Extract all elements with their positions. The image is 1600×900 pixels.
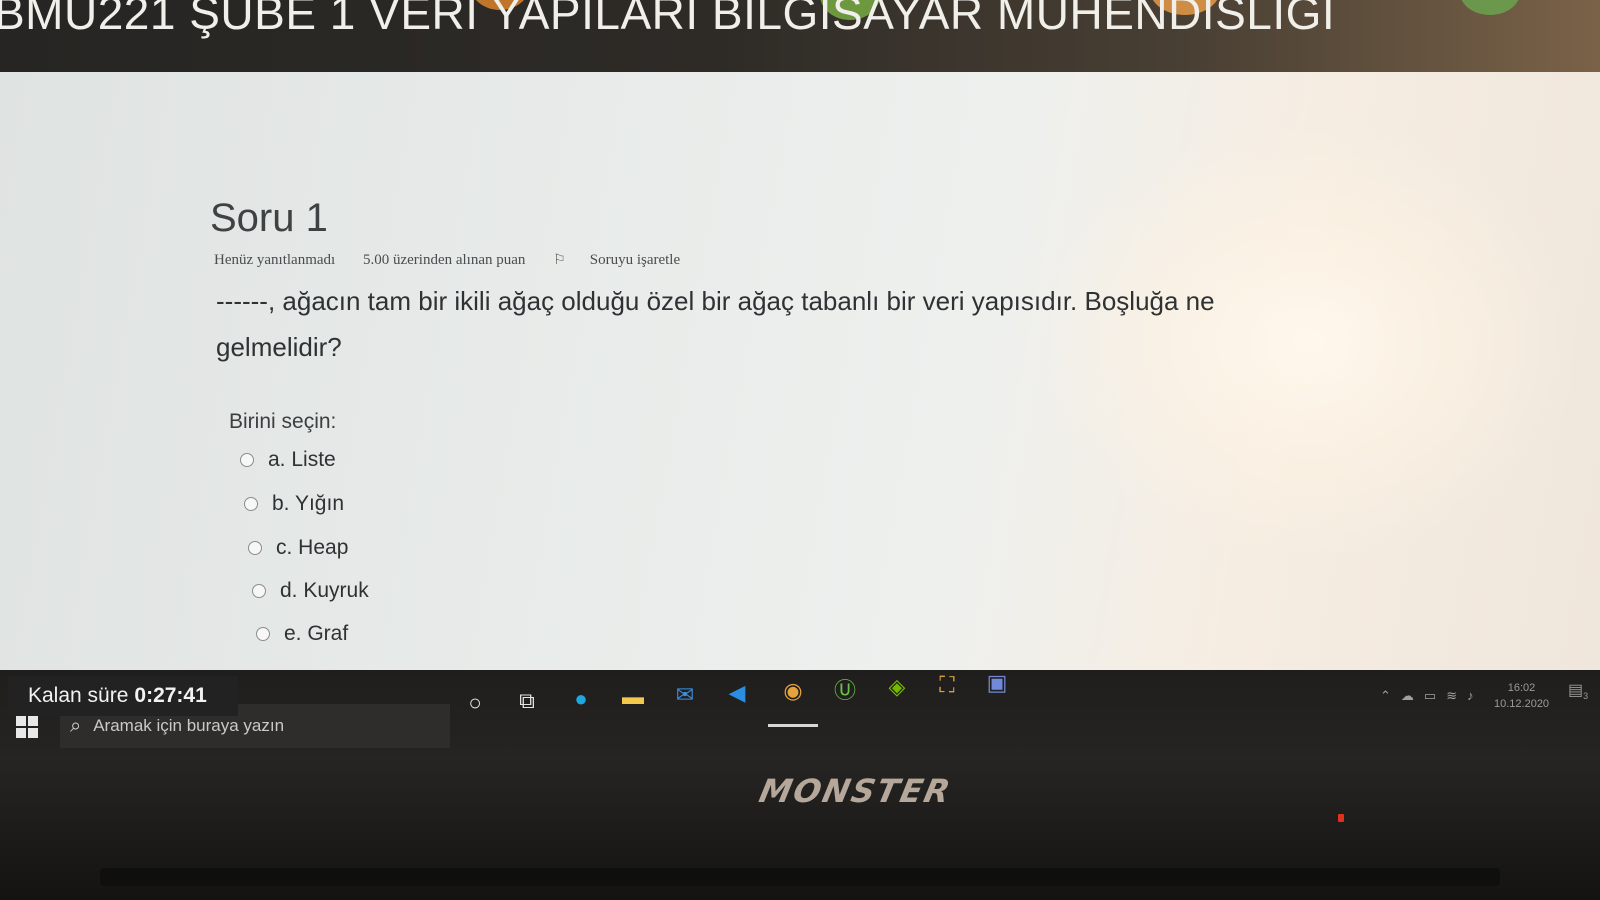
radio-button[interactable] [252,584,266,598]
power-led [1338,814,1344,822]
mail-icon[interactable]: ✉ [670,680,700,710]
discord-icon[interactable]: ▣ [982,668,1012,698]
radio-button[interactable] [248,541,262,555]
chrome-icon[interactable]: ◉ [778,676,808,706]
battery-icon[interactable]: ▭ [1424,688,1436,704]
laptop-brand-logo: MONSTER [755,772,956,810]
time-remaining-value: 0:27:41 [134,684,207,707]
notification-count: 3 [1583,691,1589,702]
laptop-bezel: MONSTER [0,758,1600,900]
answer-option-c[interactable]: c. Heap [248,536,348,560]
onedrive-icon[interactable]: ☁ [1401,688,1414,704]
answer-option-b[interactable]: b. Yığın [244,492,344,516]
volume-icon[interactable]: ♪ [1467,688,1474,704]
question-title: Soru 1 [210,196,328,240]
question-points: 5.00 üzerinden alınan puan [362,252,526,268]
answer-option-a[interactable]: a. Liste [240,448,336,472]
answer-option-label: b. Yığın [272,492,345,515]
answer-option-e[interactable]: e. Graf [256,622,348,646]
time-remaining-label: Kalan süre [28,684,129,707]
flag-question-label: Soruyu işaretle [589,252,681,268]
select-one-label: Birini seçin: [229,410,337,433]
course-header: BMU221 ŞUBE 1 VERİ YAPILARI BİLGİSAYAR M… [0,0,1600,72]
edge-icon[interactable]: ● [566,684,596,714]
search-placeholder: Aramak için buraya yazın [93,716,285,735]
answer-option-label: e. Graf [284,622,349,645]
snip-icon[interactable]: ⛶ [932,670,962,700]
flag-icon: ⚐ [553,253,566,268]
clock-date: 10.12.2020 [1494,698,1550,710]
nvidia-icon[interactable]: ◈ [882,672,912,702]
time-remaining-block: Kalan süre 0:27:41 [8,676,238,716]
windows-start-icon[interactable] [16,716,38,738]
active-app-indicator [768,724,818,727]
course-title: BMU221 ŞUBE 1 VERİ YAPILARI BİLGİSAYAR M… [0,0,1336,39]
windows-taskbar: ⌕ Aramak için buraya yazın ○ ⧉ ● ▬ ✉ ◀ ◉… [0,670,1600,758]
answer-option-label: c. Heap [276,536,349,559]
file-explorer-icon[interactable]: ▬ [618,682,648,712]
wifi-icon[interactable]: ≋ [1446,688,1457,704]
taskbar-clock[interactable]: 16:02 10.12.2020 [1494,680,1549,712]
chevron-up-icon[interactable]: ⌃ [1380,688,1391,704]
search-icon: ⌕ [70,714,82,737]
notification-center-icon[interactable]: ▤3 [1568,680,1588,701]
radio-button[interactable] [244,497,258,511]
vscode-icon[interactable]: ◀ [722,678,752,708]
clock-time: 16:02 [1507,682,1536,694]
cortana-icon[interactable]: ○ [460,688,490,718]
system-tray: ⌃ ☁ ▭ ≋ ♪ [1380,688,1474,704]
radio-button[interactable] [256,627,270,641]
question-status: Henüz yanıtlanmadı [214,252,336,268]
question-text: ------, ağacın tam bir ikili ağaç olduğu… [216,286,1215,362]
radio-button[interactable] [240,453,254,467]
answer-option-label: a. Liste [268,448,336,471]
laptop-hinge [100,868,1500,886]
answer-option-d[interactable]: d. Kuyruk [252,579,369,603]
task-view-icon[interactable]: ⧉ [512,686,542,716]
banner-decoration [1460,0,1520,15]
quiz-content: Soru 1 Henüz yanıtlanmadı 5.00 üzerinden… [0,72,1600,672]
answer-option-label: d. Kuyruk [280,579,369,602]
question-meta: Henüz yanıtlanmadı 5.00 üzerinden alınan… [214,252,728,269]
flag-question-link[interactable]: ⚐ Soruyu işaretle [553,252,704,268]
upwork-icon[interactable]: Ⓤ [830,674,860,704]
